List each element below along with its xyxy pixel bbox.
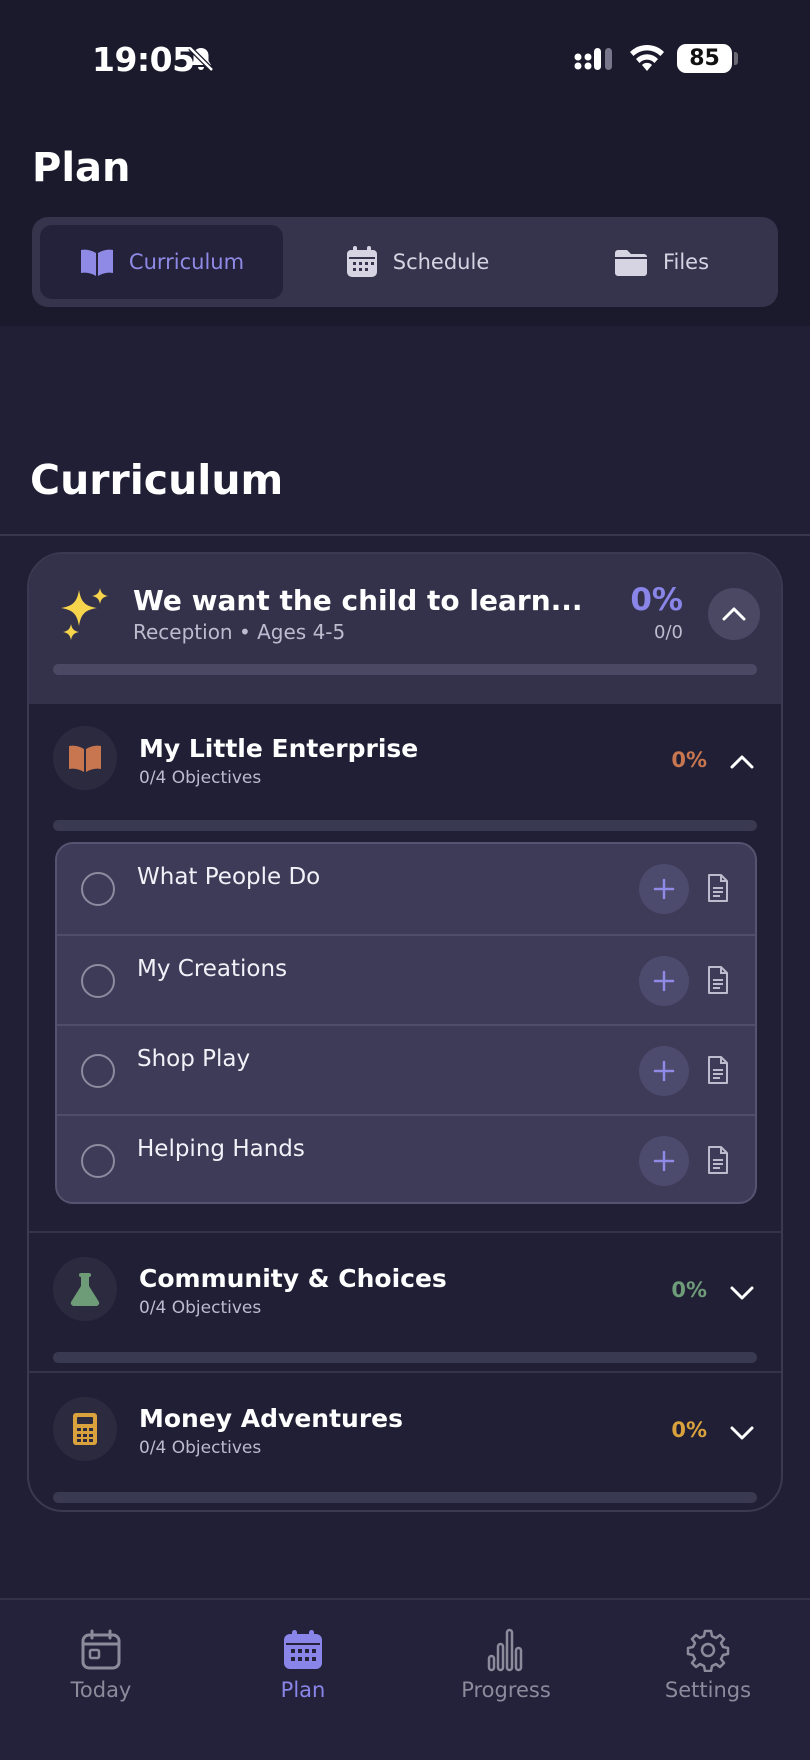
calendar-grid-icon — [284, 1630, 322, 1669]
plan-segmented-control: Curriculum Schedule Files — [32, 217, 778, 307]
tab-progress[interactable]: Progress — [436, 1628, 576, 1702]
objective-label: My Creations — [137, 956, 288, 982]
group-percent: 0% — [671, 1418, 707, 1442]
objective-checkbox[interactable] — [81, 872, 115, 906]
wifi-icon — [630, 44, 664, 71]
add-button[interactable] — [639, 956, 689, 1006]
list-item: My Creations — [57, 934, 755, 1024]
document-icon[interactable] — [706, 1055, 730, 1085]
group-title: My Little Enterprise — [139, 734, 419, 763]
tab-plan-label: Plan — [280, 1678, 326, 1702]
book-open-icon — [69, 745, 101, 772]
tab-schedule[interactable]: Schedule — [294, 225, 540, 299]
curriculum-progress-bar — [53, 664, 757, 675]
objective-checkbox[interactable] — [81, 1054, 115, 1088]
flask-icon — [70, 1273, 100, 1307]
bar-chart-icon — [487, 1628, 523, 1672]
add-button[interactable] — [639, 1046, 689, 1096]
tab-schedule-label: Schedule — [392, 250, 490, 274]
gear-icon — [686, 1629, 730, 1672]
group-community-choices[interactable]: Community & Choices 0/4 Objectives 0% — [29, 1233, 781, 1371]
add-button[interactable] — [639, 1136, 689, 1186]
tab-progress-label: Progress — [461, 1678, 551, 1702]
list-item: Helping Hands — [57, 1114, 755, 1202]
group-progress-bar — [53, 1352, 757, 1363]
group-icon-wrap — [53, 1257, 117, 1321]
objectives-list: What People Do My Creations Shop Play He… — [55, 842, 757, 1204]
tab-curriculum-label: Curriculum — [128, 250, 245, 274]
list-item: What People Do — [57, 844, 755, 934]
curriculum-percent: 0% — [630, 582, 683, 618]
tab-today[interactable]: Today — [31, 1628, 171, 1702]
folder-icon — [614, 250, 647, 276]
document-icon[interactable] — [706, 1145, 730, 1175]
group-progress-bar — [53, 1492, 757, 1503]
group-subtitle: 0/4 Objectives — [139, 768, 262, 788]
tab-files[interactable]: Files — [552, 225, 770, 299]
calculator-icon — [73, 1413, 97, 1445]
objective-checkbox[interactable] — [81, 964, 115, 998]
bell-slash-icon — [188, 46, 214, 72]
document-icon[interactable] — [706, 873, 730, 903]
battery-level: 85 — [677, 44, 732, 73]
collapse-button[interactable] — [708, 588, 760, 640]
plus-icon — [653, 1150, 675, 1172]
add-button[interactable] — [639, 864, 689, 914]
chevron-down-icon[interactable] — [729, 1425, 755, 1441]
curriculum-card: We want the child to learn... Reception … — [27, 552, 783, 1512]
curriculum-subtitle: Reception • Ages 4-5 — [133, 620, 346, 644]
plus-icon — [653, 1060, 675, 1082]
chevron-up-icon[interactable] — [729, 754, 755, 770]
status-bar: 19:05 85 — [0, 0, 810, 118]
tab-settings[interactable]: Settings — [638, 1628, 778, 1702]
group-money-adventures[interactable]: Money Adventures 0/4 Objectives 0% — [29, 1373, 781, 1510]
tab-curriculum[interactable]: Curriculum — [40, 225, 283, 299]
group-percent: 0% — [671, 748, 707, 772]
signal-icon — [574, 48, 612, 70]
book-icon — [80, 249, 113, 276]
objective-checkbox[interactable] — [81, 1144, 115, 1178]
group-icon-wrap — [53, 726, 117, 790]
curriculum-card-header[interactable]: We want the child to learn... Reception … — [29, 554, 781, 704]
group-title: Money Adventures — [139, 1404, 404, 1433]
document-icon[interactable] — [706, 965, 730, 995]
bottom-tab-bar: Today Plan Progress Settings — [0, 1598, 810, 1760]
group-subtitle: 0/4 Objectives — [139, 1298, 262, 1318]
tab-today-label: Today — [70, 1678, 132, 1702]
objective-label: Shop Play — [137, 1046, 251, 1072]
group-percent: 0% — [671, 1278, 707, 1302]
objective-label: What People Do — [137, 864, 321, 890]
list-item: Shop Play — [57, 1024, 755, 1114]
tab-files-label: Files — [662, 250, 710, 274]
calendar-icon — [346, 246, 377, 277]
group-icon-wrap — [53, 1397, 117, 1461]
plus-icon — [653, 970, 675, 992]
curriculum-fraction: 0/0 — [654, 622, 683, 643]
section-title: Curriculum — [30, 456, 284, 504]
group-title: Community & Choices — [139, 1264, 447, 1293]
group-my-little-enterprise[interactable]: My Little Enterprise 0/4 Objectives 0% — [29, 704, 781, 834]
sparkles-icon — [61, 588, 108, 640]
objective-label: Helping Hands — [137, 1136, 305, 1162]
calendar-day-icon — [81, 1629, 121, 1670]
page-title: Plan — [32, 145, 131, 191]
tab-plan[interactable]: Plan — [233, 1628, 373, 1702]
battery-icon — [734, 52, 738, 65]
group-subtitle: 0/4 Objectives — [139, 1438, 262, 1458]
plus-icon — [653, 878, 675, 900]
divider — [0, 534, 810, 536]
tab-settings-label: Settings — [664, 1678, 752, 1702]
chevron-up-icon — [722, 607, 746, 621]
status-time: 19:05 — [92, 40, 195, 79]
group-progress-bar — [53, 820, 757, 831]
curriculum-title: We want the child to learn... — [133, 584, 583, 617]
chevron-down-icon[interactable] — [729, 1285, 755, 1301]
